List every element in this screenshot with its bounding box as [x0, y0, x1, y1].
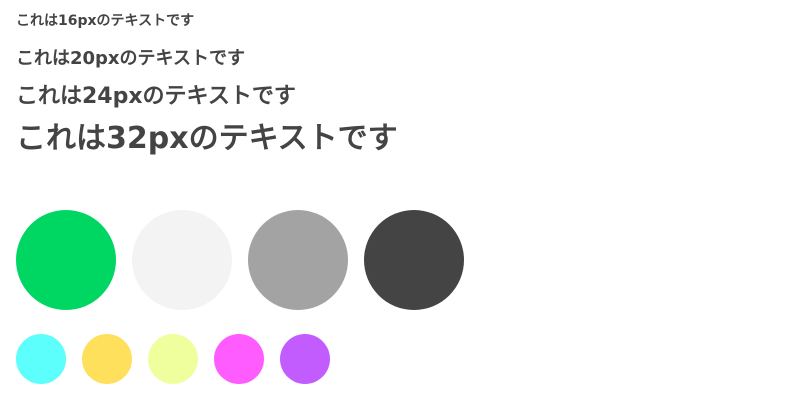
swatch-magenta: [214, 334, 264, 384]
swatch-purple: [280, 334, 330, 384]
swatch-yellow: [82, 334, 132, 384]
swatch-light-gray: [132, 210, 232, 310]
text-24px: これは24pxのテキストです: [16, 84, 296, 109]
swatch-dark-gray: [364, 210, 464, 310]
swatch-gray: [248, 210, 348, 310]
text-20px: これは20pxのテキストです: [16, 48, 246, 69]
text-32px: これは32pxのテキストです: [16, 121, 398, 156]
text-16px: これは16pxのテキストです: [16, 13, 195, 29]
small-swatch-row: [16, 334, 330, 384]
large-swatch-row: [16, 210, 464, 310]
swatch-light-yellow: [148, 334, 198, 384]
swatch-cyan: [16, 334, 66, 384]
swatch-green: [16, 210, 116, 310]
